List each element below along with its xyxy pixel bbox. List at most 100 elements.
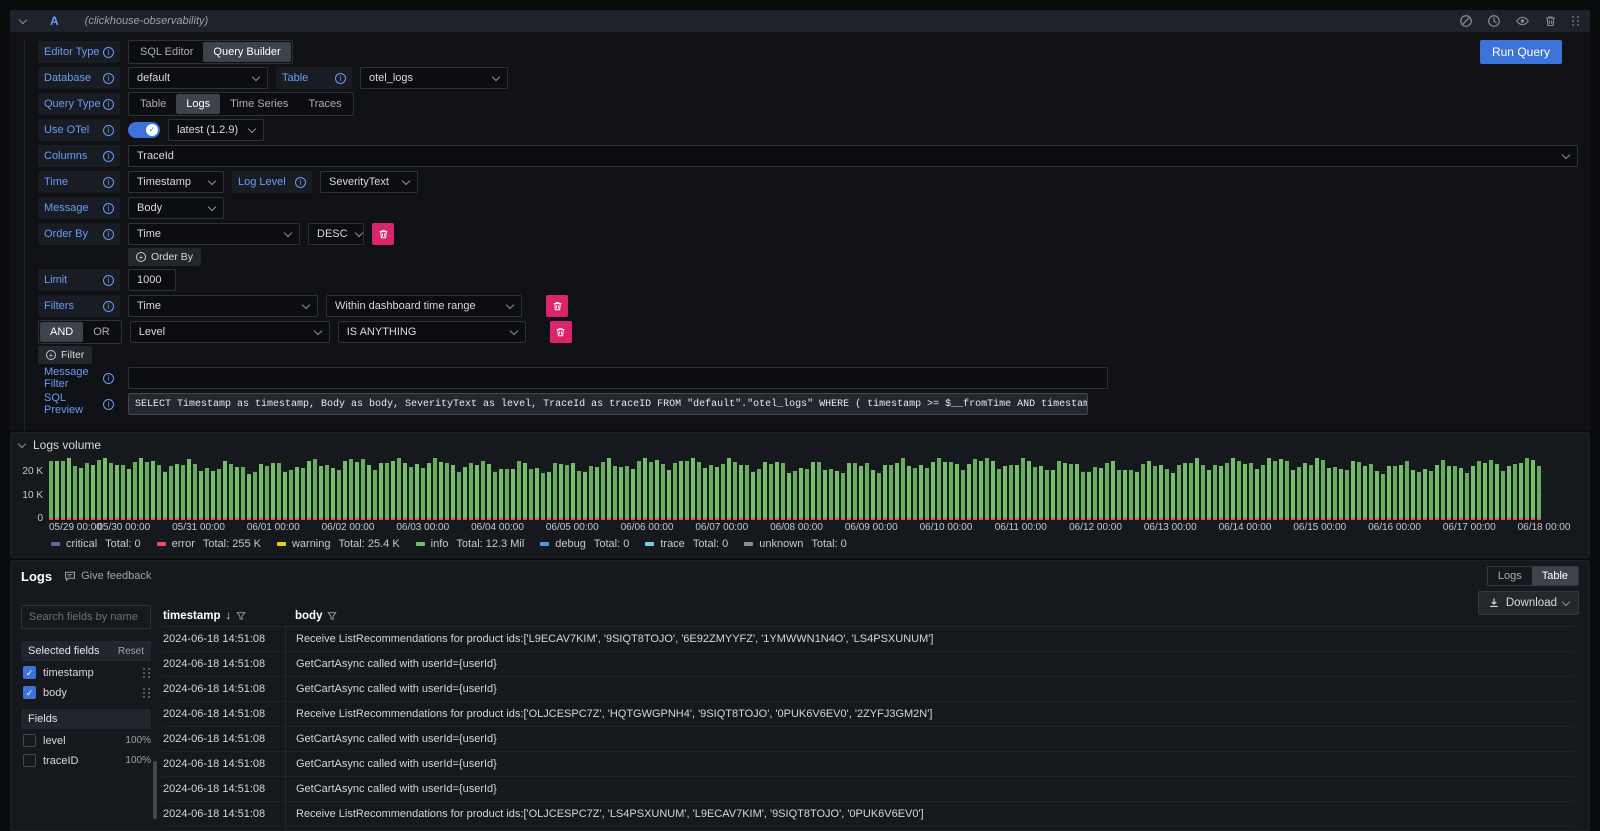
legend-item-debug[interactable]: debugTotal: 0: [540, 538, 629, 550]
columns-multiselect[interactable]: TraceId: [128, 145, 1578, 167]
legend-item-info[interactable]: infoTotal: 12.3 Mil: [416, 538, 525, 550]
legend-item-warning[interactable]: warningTotal: 25.4 K: [277, 538, 400, 550]
remove-filter-button[interactable]: [546, 295, 568, 317]
sort-desc-icon[interactable]: ↓: [226, 610, 232, 622]
limit-input[interactable]: [128, 269, 176, 291]
checkbox[interactable]: [23, 734, 36, 747]
info-icon[interactable]: [103, 373, 114, 384]
and-option[interactable]: AND: [40, 322, 83, 342]
eye-icon[interactable]: [1515, 14, 1530, 28]
disable-query-icon[interactable]: [1459, 14, 1473, 28]
query-row-header[interactable]: A (clickhouse-observability): [10, 10, 1590, 32]
checkbox[interactable]: [23, 754, 36, 767]
filter-funnel-icon[interactable]: [236, 611, 246, 621]
filter-funnel-icon[interactable]: [327, 611, 337, 621]
info-icon[interactable]: [103, 125, 114, 136]
logs-volume-header[interactable]: Logs volume: [11, 433, 1589, 454]
available-field-level[interactable]: level100%: [23, 732, 151, 749]
checkbox[interactable]: [23, 686, 36, 699]
table-row[interactable]: 2024-06-18 14:51:08GetCartAsync called w…: [163, 752, 1575, 777]
table-row[interactable]: 2024-06-18 14:51:08Receive ListRecommend…: [163, 702, 1575, 727]
sql-preview-text[interactable]: SELECT Timestamp as timestamp, Body as b…: [128, 393, 1088, 415]
time-select[interactable]: Timestamp: [128, 171, 224, 193]
view-option-logs[interactable]: Logs: [1488, 567, 1532, 585]
legend-item-unknown[interactable]: unknownTotal: 0: [744, 538, 847, 550]
table-row[interactable]: 2024-06-18 14:51:08Receive ListRecommend…: [163, 802, 1575, 827]
query-type-option-table[interactable]: Table: [130, 94, 176, 114]
table-row[interactable]: 2024-06-18 14:51:08GetCartAsync called w…: [163, 677, 1575, 702]
give-feedback-link[interactable]: Give feedback: [64, 570, 151, 582]
info-icon[interactable]: [103, 301, 114, 312]
message-filter-input[interactable]: [128, 367, 1108, 389]
table-row[interactable]: 2024-06-18 14:51:08GetCartAsync called w…: [163, 727, 1575, 752]
volume-bar: [1171, 473, 1175, 520]
view-option-table[interactable]: Table: [1532, 567, 1578, 585]
drag-handle-icon[interactable]: [1571, 15, 1580, 27]
search-fields-input[interactable]: [21, 605, 151, 629]
editor-type-option-builder[interactable]: Query Builder: [203, 42, 290, 62]
legend-series-total: Total: 12.3 Mil: [456, 538, 524, 550]
query-type-option-logs[interactable]: Logs: [176, 94, 220, 114]
remove-order-by-button[interactable]: [372, 223, 394, 245]
add-order-by-button[interactable]: Order By: [128, 248, 201, 266]
filter-field-select[interactable]: Time: [128, 295, 318, 317]
info-icon[interactable]: [103, 177, 114, 188]
collapse-chevron-icon[interactable]: [19, 15, 27, 23]
database-select[interactable]: default: [128, 67, 268, 89]
available-field-traceID[interactable]: traceID100%: [23, 752, 151, 769]
info-icon[interactable]: [103, 99, 114, 110]
timestamp-cell: 2024-06-18 14:51:08: [163, 702, 285, 726]
volume-bar: [1285, 461, 1289, 520]
info-icon[interactable]: [103, 399, 114, 410]
checkbox[interactable]: [23, 666, 36, 679]
reset-fields-button[interactable]: Reset: [118, 646, 144, 657]
info-icon[interactable]: [295, 177, 306, 188]
selected-field-body[interactable]: body: [23, 684, 151, 701]
order-by-direction-select[interactable]: DESC: [308, 223, 364, 245]
legend-item-trace[interactable]: traceTotal: 0: [645, 538, 728, 550]
order-by-field-select[interactable]: Time: [128, 223, 300, 245]
delete-query-icon[interactable]: [1544, 14, 1557, 28]
log-level-select[interactable]: SeverityText: [320, 171, 418, 193]
table-select[interactable]: otel_logs: [360, 67, 508, 89]
remove-level-filter-button[interactable]: [550, 321, 572, 343]
use-otel-toggle[interactable]: [128, 122, 160, 138]
info-icon[interactable]: [103, 47, 114, 58]
filter-value-select[interactable]: Within dashboard time range: [326, 295, 522, 317]
drag-handle-icon[interactable]: [142, 687, 151, 699]
drag-handle-icon[interactable]: [142, 667, 151, 679]
legend-item-error[interactable]: errorTotal: 255 K: [157, 538, 261, 550]
collapse-chevron-icon[interactable]: [18, 439, 26, 447]
body-column-header[interactable]: body: [285, 610, 337, 622]
legend-item-critical[interactable]: criticalTotal: 0: [51, 538, 141, 550]
add-filter-button[interactable]: Filter: [38, 346, 92, 364]
run-query-button[interactable]: Run Query: [1480, 40, 1562, 64]
query-type-option-timeseries[interactable]: Time Series: [220, 94, 298, 114]
info-icon[interactable]: [103, 73, 114, 84]
query-history-icon[interactable]: [1487, 14, 1501, 28]
or-option[interactable]: OR: [83, 322, 120, 342]
filter-level-operator-select[interactable]: IS ANYTHING: [338, 321, 526, 343]
selected-field-timestamp[interactable]: timestamp: [23, 664, 151, 681]
otel-version-select[interactable]: latest (1.2.9): [168, 119, 264, 141]
logs-volume-bars[interactable]: [49, 458, 1544, 520]
table-row[interactable]: 2024-06-18 14:51:08GetCartAsync called w…: [163, 652, 1575, 677]
logs-volume-chart[interactable]: 20 K 10 K 0: [49, 458, 1544, 520]
timestamp-column-header[interactable]: timestamp ↓: [163, 610, 285, 622]
volume-bar: [1081, 472, 1085, 520]
info-icon[interactable]: [103, 229, 114, 240]
info-icon[interactable]: [103, 151, 114, 162]
info-icon[interactable]: [335, 73, 346, 84]
info-icon[interactable]: [103, 203, 114, 214]
query-type-option-traces[interactable]: Traces: [298, 94, 351, 114]
table-row[interactable]: 2024-06-18 14:51:08GetCartAsync called w…: [163, 777, 1575, 802]
message-select[interactable]: Body: [128, 197, 224, 219]
table-row[interactable]: 2024-06-18 14:51:08Receive ListRecommend…: [163, 627, 1575, 652]
volume-bar: [667, 470, 671, 520]
editor-type-option-sql[interactable]: SQL Editor: [130, 42, 203, 62]
sidebar-scrollbar[interactable]: [153, 761, 157, 819]
info-icon[interactable]: [103, 275, 114, 286]
volume-bar: [295, 467, 299, 520]
table-row[interactable]: 2024-06-18 14:51:08Receive ListRecommend…: [163, 827, 1575, 831]
filter-level-field-select[interactable]: Level: [130, 321, 330, 343]
